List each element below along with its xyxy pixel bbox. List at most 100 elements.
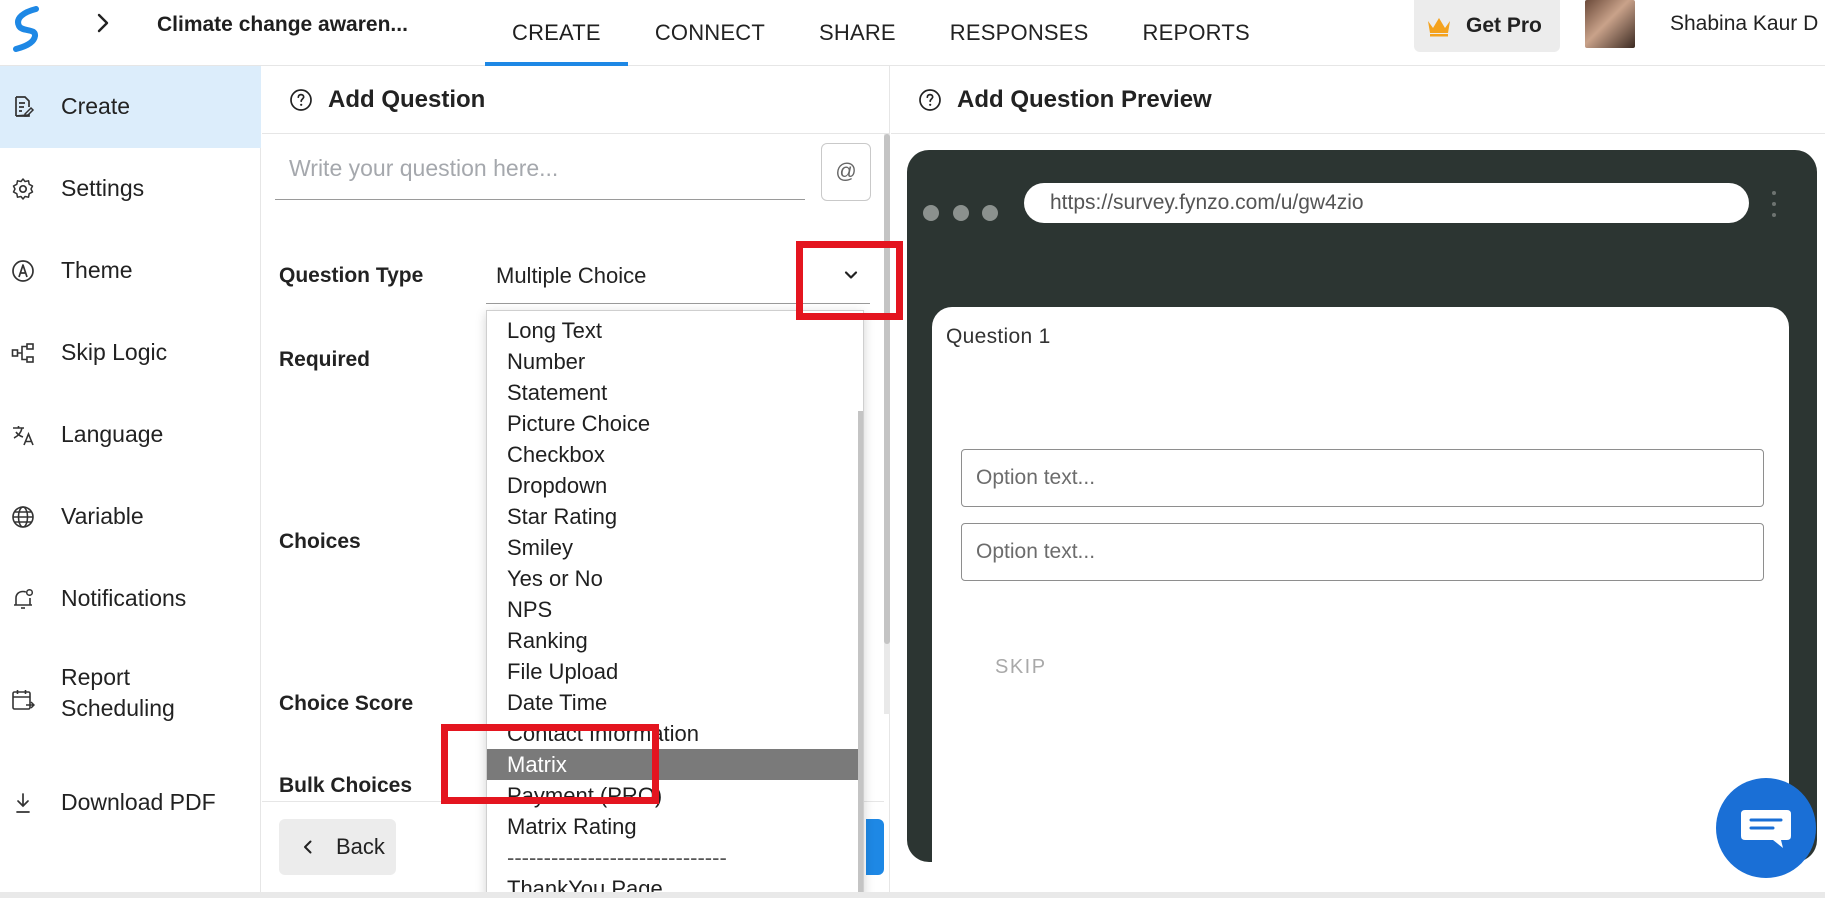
avatar[interactable] (1585, 0, 1635, 48)
gear-icon (12, 178, 34, 200)
sidebar-item-report-scheduling[interactable]: Report Scheduling (0, 640, 261, 762)
help-circle-icon (919, 89, 941, 111)
tab-responses[interactable]: RESPONSES (923, 0, 1116, 66)
sidebar: Create Settings Theme Skip Logic Languag… (0, 66, 261, 898)
bottom-strip (0, 892, 1825, 898)
bell-icon (14, 588, 34, 609)
preview-header: Add Question Preview (891, 66, 1825, 134)
option-ranking[interactable]: Ranking (487, 625, 863, 656)
top-bar: Climate change awaren... CREATE CONNECT … (0, 0, 1825, 66)
option-input-2[interactable] (961, 523, 1764, 581)
dropdown-list: Long Text Number Statement Picture Choic… (487, 315, 863, 897)
option-separator: ------------------------------ (507, 845, 727, 870)
option-file-upload[interactable]: File Upload (487, 656, 863, 687)
sidebar-item-label: Download PDF (61, 789, 216, 815)
option-long-text[interactable]: Long Text (487, 315, 863, 346)
chevron-left-icon (304, 840, 312, 854)
sidebar-item-download-pdf[interactable]: Download PDF (0, 762, 261, 844)
tab-share[interactable]: SHARE (792, 0, 923, 66)
sidebar-item-theme[interactable]: Theme (0, 230, 261, 312)
question-type-value: Multiple Choice (496, 262, 647, 288)
editor-title: Add Question (328, 86, 486, 113)
sidebar-item-label: Skip Logic (61, 339, 168, 365)
scrollbar-thumb[interactable] (884, 134, 890, 644)
option-yes-or-no[interactable]: Yes or No (487, 563, 863, 594)
back-button[interactable]: Back (279, 819, 396, 875)
preview-panel: Add Question Preview Question 1 SKIP htt… (891, 66, 1825, 898)
flow-icon (11, 343, 34, 363)
bulk-choices-label: Bulk Choices (279, 774, 413, 797)
sidebar-item-label: Variable (61, 503, 144, 529)
option-payment-pro[interactable]: Payment (PRO) (487, 780, 863, 811)
question-type-label: Question Type (279, 264, 424, 287)
document-edit-icon (15, 96, 35, 117)
sidebar-item-label: Report Scheduling (61, 664, 175, 721)
editor-scrollbar[interactable] (884, 134, 890, 714)
option-matrix-rating[interactable]: Matrix Rating (487, 811, 863, 842)
preview-screen: Question 1 SKIP (932, 307, 1789, 885)
dropdown-scrollbar[interactable] (858, 411, 863, 897)
translate-icon (13, 426, 34, 446)
sidebar-item-label: Language (61, 421, 164, 447)
option-picture-choice[interactable]: Picture Choice (487, 408, 863, 439)
get-pro-label: Get Pro (1466, 14, 1542, 37)
mention-button[interactable]: @ (821, 143, 871, 201)
sidebar-item-notifications[interactable]: Notifications (0, 558, 261, 640)
window-dot (982, 205, 998, 221)
option-date-time[interactable]: Date Time (487, 687, 863, 718)
option-matrix[interactable]: Matrix (487, 749, 863, 780)
back-label: Back (336, 834, 385, 859)
main-nav: CREATE CONNECT SHARE RESPONSES REPORTS (485, 0, 1277, 66)
preview-question-label: Question 1 (946, 325, 1051, 348)
preview-title: Add Question Preview (957, 86, 1212, 113)
question-input[interactable] (275, 138, 805, 200)
window-dot (923, 205, 939, 221)
chat-bubble-icon (1741, 810, 1791, 848)
option-smiley[interactable]: Smiley (487, 532, 863, 563)
option-star-rating[interactable]: Star Rating (487, 501, 863, 532)
theme-icon (12, 260, 34, 282)
globe-icon (12, 506, 34, 528)
sidebar-item-label: Settings (61, 175, 145, 201)
skip-button[interactable]: SKIP (995, 656, 1047, 679)
sidebar-item-label: Theme (61, 257, 133, 283)
editor-header: Add Question (262, 66, 890, 134)
option-statement[interactable]: Statement (487, 377, 863, 408)
chevron-down-icon[interactable] (842, 266, 860, 284)
tab-connect[interactable]: CONNECT (628, 0, 792, 66)
crown-icon (1428, 18, 1450, 37)
sidebar-item-create[interactable]: Create (0, 66, 261, 148)
tab-reports[interactable]: REPORTS (1116, 0, 1277, 66)
user-name[interactable]: Shabina Kaur D (1670, 12, 1818, 36)
survey-title[interactable]: Climate change awaren... (157, 13, 408, 37)
option-dropdown[interactable]: Dropdown (487, 470, 863, 501)
chevron-right-icon[interactable] (92, 12, 114, 34)
device-frame: Question 1 SKIP (907, 150, 1817, 885)
choices-label: Choices (279, 530, 361, 553)
sidebar-item-label: Notifications (61, 585, 187, 611)
option-input-1[interactable] (961, 449, 1764, 507)
option-nps[interactable]: NPS (487, 594, 863, 625)
sidebar-item-variable[interactable]: Variable (0, 476, 261, 558)
sidebar-item-settings[interactable]: Settings (0, 148, 261, 230)
option-number[interactable]: Number (487, 346, 863, 377)
download-icon (16, 793, 30, 813)
save-button[interactable] (866, 819, 884, 875)
question-type-dropdown[interactable]: Long Text Number Statement Picture Choic… (486, 310, 864, 898)
help-circle-icon (290, 89, 312, 111)
sidebar-item-skip-logic[interactable]: Skip Logic (0, 312, 261, 394)
sidebar-item-language[interactable]: Language (0, 394, 261, 476)
get-pro-button[interactable]: Get Pro (1414, 0, 1560, 52)
url-bar[interactable]: https://survey.fynzo.com/u/gw4zio (1024, 183, 1749, 223)
choice-score-label: Choice Score (279, 692, 414, 715)
sidebar-item-label: Create (61, 93, 131, 119)
required-label: Required (279, 348, 371, 371)
fynzo-logo-icon[interactable] (10, 6, 44, 52)
question-type-select[interactable]: Multiple Choice (486, 248, 870, 304)
tab-create[interactable]: CREATE (485, 0, 628, 66)
option-checkbox[interactable]: Checkbox (487, 439, 863, 470)
option-contact-information[interactable]: Contact Information (487, 718, 863, 749)
kebab-menu-icon (1772, 191, 1776, 217)
window-dot (953, 205, 969, 221)
chat-button[interactable] (1716, 778, 1816, 878)
